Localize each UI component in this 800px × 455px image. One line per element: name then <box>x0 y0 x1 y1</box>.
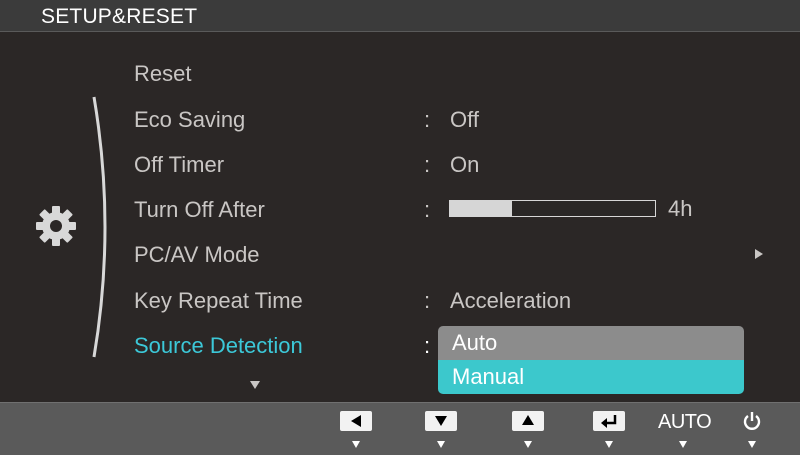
menu-item-eco-saving[interactable]: Eco Saving <box>134 107 245 133</box>
gear-icon <box>36 206 76 246</box>
menu-arc-decoration <box>92 96 107 358</box>
button-indicator-icon <box>352 441 360 448</box>
menu-item-turn-off-after[interactable]: Turn Off After <box>134 197 265 223</box>
auto-label: AUTO <box>658 411 712 433</box>
menu-item-key-repeat-time[interactable]: Key Repeat Time <box>134 288 303 314</box>
separator-colon: : <box>424 152 431 177</box>
control-button-bar: AUTO <box>0 402 800 455</box>
menu-item-pc-av-mode[interactable]: PC/AV Mode <box>134 242 260 268</box>
down-arrow-icon <box>425 411 457 431</box>
button-indicator-icon <box>437 441 445 448</box>
scroll-down-indicator-icon <box>250 381 260 389</box>
separator-colon: : <box>424 197 431 222</box>
button-indicator-icon <box>748 441 756 448</box>
separator-colon: : <box>424 288 431 313</box>
slider-fill <box>450 201 512 216</box>
menu-title: SETUP&RESET <box>41 5 198 28</box>
off-timer-value: On <box>450 152 480 177</box>
button-indicator-icon <box>679 441 687 448</box>
turn-off-after-value: 4h <box>668 196 693 221</box>
menu-item-source-detection[interactable]: Source Detection <box>134 333 303 359</box>
dropdown-option-auto[interactable]: Auto <box>438 326 744 360</box>
enter-button[interactable] <box>593 411 625 451</box>
up-button[interactable] <box>512 411 544 451</box>
turn-off-after-slider <box>449 200 656 217</box>
eco-saving-value: Off <box>450 107 479 132</box>
down-button[interactable] <box>425 411 457 451</box>
menu-header: SETUP&RESET <box>0 0 800 32</box>
key-repeat-time-value: Acceleration <box>450 288 572 313</box>
menu-item-off-timer[interactable]: Off Timer <box>134 152 224 178</box>
left-button[interactable] <box>340 411 372 451</box>
submenu-arrow-icon <box>755 249 763 259</box>
left-arrow-icon <box>340 411 372 431</box>
separator-colon: : <box>424 333 431 358</box>
power-icon <box>743 412 761 430</box>
menu-item-reset[interactable]: Reset <box>134 61 191 87</box>
dropdown-option-manual[interactable]: Manual <box>438 360 744 394</box>
up-arrow-icon <box>512 411 544 431</box>
power-button[interactable] <box>736 411 768 451</box>
auto-button[interactable]: AUTO <box>658 411 712 451</box>
enter-icon <box>593 411 625 431</box>
source-detection-dropdown[interactable]: Auto Manual <box>438 326 744 394</box>
button-indicator-icon <box>524 441 532 448</box>
separator-colon: : <box>424 107 431 132</box>
button-indicator-icon <box>605 441 613 448</box>
